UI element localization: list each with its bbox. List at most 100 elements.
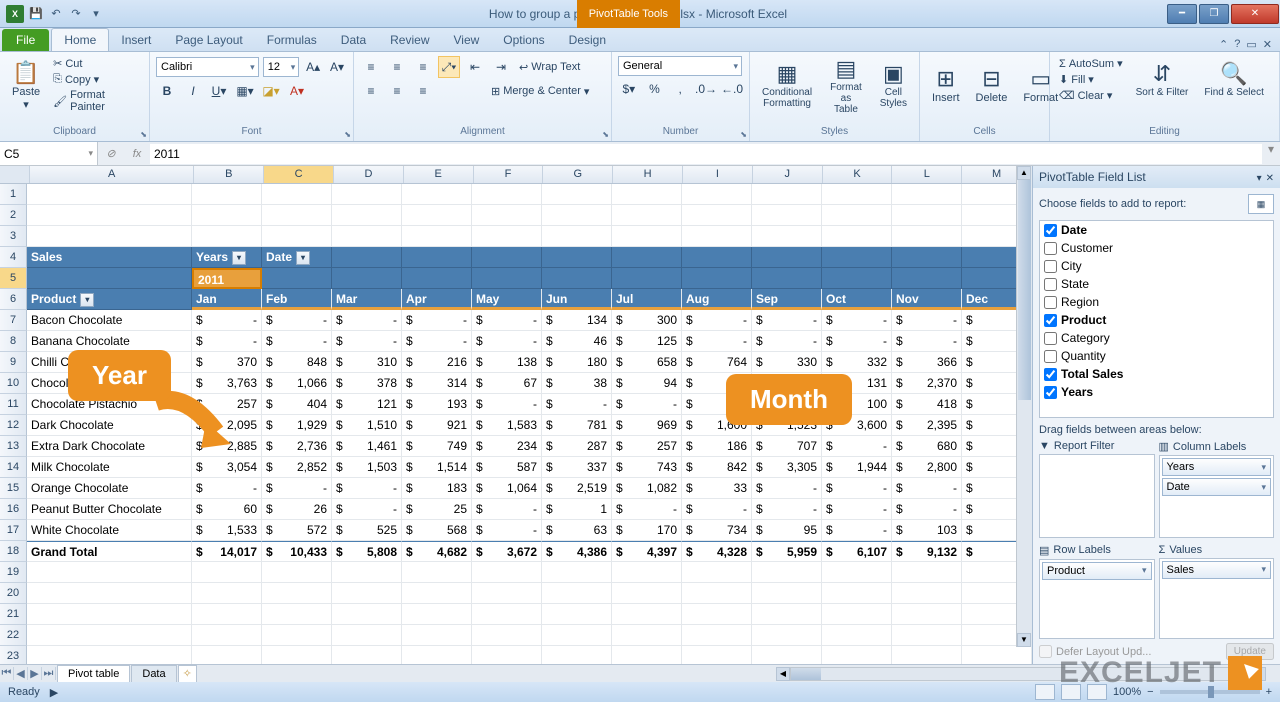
cell[interactable]: $2,519: [542, 478, 612, 499]
field-checkbox[interactable]: [1044, 368, 1057, 381]
next-sheet-icon[interactable]: ▶: [28, 667, 42, 680]
dialog-launcher-icon[interactable]: ⬊: [344, 130, 351, 139]
cell[interactable]: $3,305: [752, 457, 822, 478]
cell[interactable]: $848: [262, 352, 332, 373]
cell[interactable]: [262, 625, 332, 646]
column-header[interactable]: C: [264, 166, 334, 183]
row-header[interactable]: 17: [0, 520, 27, 541]
cell[interactable]: $180: [542, 352, 612, 373]
cell[interactable]: [612, 562, 682, 583]
formula-input[interactable]: [150, 144, 1262, 164]
worksheet-grid[interactable]: ABCDEFGHIJKLM 12345678910111213141516171…: [0, 166, 1032, 664]
cell[interactable]: $63: [542, 520, 612, 541]
field-item[interactable]: Category: [1040, 329, 1273, 347]
cell[interactable]: Product▾: [27, 289, 192, 310]
field-checkbox[interactable]: [1044, 332, 1057, 345]
cell[interactable]: [192, 562, 262, 583]
cell[interactable]: $-: [682, 499, 752, 520]
row-header[interactable]: 9: [0, 352, 27, 373]
cell[interactable]: $2,852: [262, 457, 332, 478]
cell[interactable]: [752, 604, 822, 625]
window-close-icon[interactable]: ✕: [1263, 38, 1272, 51]
cell[interactable]: [752, 646, 822, 664]
cell[interactable]: [262, 268, 332, 289]
cell[interactable]: $ 5,959: [752, 541, 822, 562]
select-all-corner[interactable]: [0, 166, 30, 183]
cell[interactable]: [472, 268, 542, 289]
cell[interactable]: Dark Chocolate: [27, 415, 192, 436]
cell[interactable]: [822, 205, 892, 226]
field-item[interactable]: State: [1040, 275, 1273, 293]
cell[interactable]: $-: [192, 310, 262, 331]
cell[interactable]: [542, 625, 612, 646]
field-checkbox[interactable]: [1044, 260, 1057, 273]
cell[interactable]: $921: [402, 415, 472, 436]
field-item[interactable]: Years: [1040, 383, 1273, 401]
cell[interactable]: [542, 205, 612, 226]
field-item[interactable]: Product: [1040, 311, 1273, 329]
field-checkbox[interactable]: [1044, 386, 1057, 399]
cell[interactable]: $ 4,397: [612, 541, 682, 562]
row-header[interactable]: 19: [0, 562, 27, 583]
cell[interactable]: [402, 562, 472, 583]
cell[interactable]: $-: [542, 394, 612, 415]
cell[interactable]: Apr: [402, 289, 472, 310]
cell[interactable]: $183: [402, 478, 472, 499]
tab-data[interactable]: Data: [329, 29, 378, 51]
cell[interactable]: $1,514: [402, 457, 472, 478]
area-columns-dropzone[interactable]: YearsDate: [1159, 455, 1275, 538]
first-sheet-icon[interactable]: ⏮: [0, 667, 14, 680]
row-header[interactable]: 3: [0, 226, 27, 247]
scroll-left-icon[interactable]: ◀: [776, 667, 790, 681]
cell[interactable]: $-: [402, 331, 472, 352]
cell[interactable]: [332, 184, 402, 205]
cell[interactable]: $-: [262, 310, 332, 331]
window-restore-icon[interactable]: ▭: [1246, 38, 1256, 51]
area-item[interactable]: Date: [1162, 478, 1272, 496]
cell[interactable]: $1,082: [612, 478, 682, 499]
cell[interactable]: $134: [542, 310, 612, 331]
cell[interactable]: $67: [472, 373, 542, 394]
field-checkbox[interactable]: [1044, 350, 1057, 363]
cell[interactable]: Aug: [682, 289, 752, 310]
cell[interactable]: Banana Chocolate: [27, 331, 192, 352]
prev-sheet-icon[interactable]: ◀: [14, 667, 28, 680]
cell[interactable]: $ 10,433: [262, 541, 332, 562]
cell[interactable]: May: [472, 289, 542, 310]
cell[interactable]: [192, 226, 262, 247]
cell[interactable]: [27, 226, 192, 247]
cell[interactable]: $2,736: [262, 436, 332, 457]
scroll-down-icon[interactable]: ▼: [1017, 633, 1031, 647]
conditional-formatting-button[interactable]: ▦Conditional Formatting: [756, 59, 818, 111]
column-header[interactable]: L: [892, 166, 962, 183]
border-button[interactable]: ▦▾: [234, 80, 256, 102]
cell[interactable]: Jan: [192, 289, 262, 310]
fill-button[interactable]: ⬇Fill▾: [1056, 72, 1126, 87]
cell[interactable]: [472, 247, 542, 268]
cell[interactable]: $1,064: [472, 478, 542, 499]
cell[interactable]: $1,503: [332, 457, 402, 478]
cell[interactable]: $103: [892, 520, 962, 541]
column-header[interactable]: D: [334, 166, 404, 183]
macro-icon[interactable]: ▶: [50, 686, 58, 699]
cell[interactable]: $-: [262, 331, 332, 352]
cell[interactable]: [822, 646, 892, 664]
name-box[interactable]: C5: [0, 142, 98, 165]
cell[interactable]: [752, 583, 822, 604]
row-header[interactable]: 2: [0, 205, 27, 226]
cell[interactable]: [27, 562, 192, 583]
cell[interactable]: [402, 184, 472, 205]
cell[interactable]: [682, 205, 752, 226]
font-name-select[interactable]: Calibri: [156, 57, 259, 77]
cell[interactable]: White Chocolate: [27, 520, 192, 541]
area-rows-dropzone[interactable]: Product: [1039, 559, 1155, 640]
cell[interactable]: [612, 646, 682, 664]
cell[interactable]: [892, 604, 962, 625]
cell[interactable]: $-: [752, 499, 822, 520]
cell[interactable]: [542, 562, 612, 583]
cell[interactable]: $-: [472, 331, 542, 352]
row-header[interactable]: 4: [0, 247, 27, 268]
cell[interactable]: [192, 184, 262, 205]
format-table-button[interactable]: ▤Format as Table: [822, 54, 870, 117]
tab-file[interactable]: File: [2, 29, 49, 51]
